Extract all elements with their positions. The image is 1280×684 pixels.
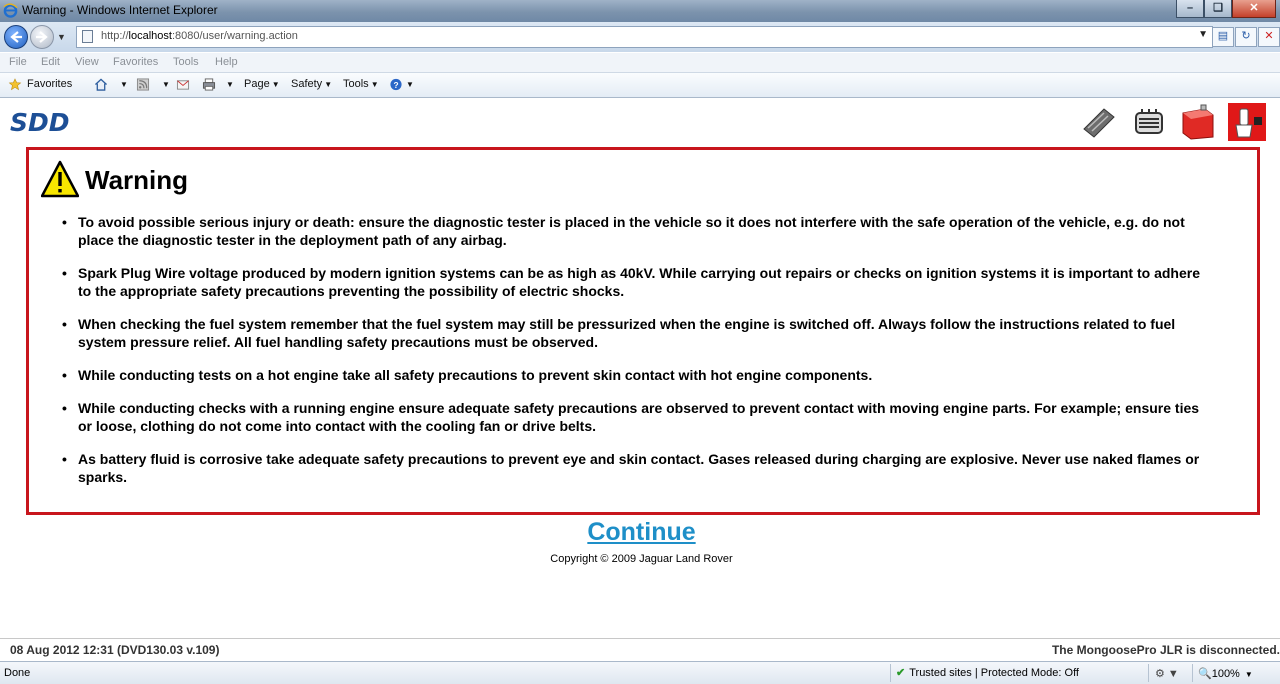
warning-item: When checking the fuel system remember t… xyxy=(62,315,1212,351)
favorites-star-icon xyxy=(8,78,22,91)
mail-icon[interactable] xyxy=(176,78,190,91)
zoom-icon: 🔍 xyxy=(1198,668,1212,680)
address-url[interactable]: http://localhost:8080/user/warning.actio… xyxy=(101,30,298,42)
security-zone[interactable]: ✔ Trusted sites | Protected Mode: Off xyxy=(896,666,1079,679)
menu-edit[interactable]: Edit xyxy=(41,56,60,68)
back-arrow-icon xyxy=(10,31,22,43)
diagnostic-interface-icon[interactable] xyxy=(1228,103,1266,141)
forward-arrow-icon xyxy=(36,31,48,43)
home-dropdown-icon[interactable]: ▼ xyxy=(118,78,128,90)
stop-icon[interactable]: ✕ xyxy=(1258,27,1280,47)
footer-timestamp-version: 08 Aug 2012 12:31 (DVD130.03 v.109) xyxy=(10,643,220,657)
warning-panel: Warning To avoid possible serious injury… xyxy=(26,147,1260,515)
page-icon xyxy=(82,30,93,43)
menu-file[interactable]: File xyxy=(9,56,27,68)
warning-item: While conducting tests on a hot engine t… xyxy=(62,366,1212,384)
status-separator xyxy=(1148,664,1149,682)
recent-pages-dropdown-icon[interactable]: ▼ xyxy=(57,32,66,42)
tools-menu-button[interactable]: Tools ▼ xyxy=(343,78,379,90)
footer-connection-status: The MongoosePro JLR is disconnected. xyxy=(1051,643,1280,657)
warning-triangle-icon xyxy=(41,160,79,198)
page-footer: 08 Aug 2012 12:31 (DVD130.03 v.109) The … xyxy=(0,638,1280,661)
address-bar[interactable]: http://localhost:8080/user/warning.actio… xyxy=(76,26,1213,48)
close-button[interactable]: ✕ xyxy=(1232,0,1276,18)
status-separator xyxy=(890,664,891,682)
svg-text:?: ? xyxy=(393,80,398,90)
command-bar: Favorites ▼ ▼ ▼ Page ▼ Safety ▼ Tools ▼ ? ▼ xyxy=(0,73,1280,98)
home-icon[interactable] xyxy=(94,78,108,91)
refresh-icon[interactable]: ↻ xyxy=(1235,27,1257,47)
feeds-icon[interactable] xyxy=(136,78,150,91)
navigation-bar: ▼ http://localhost:8080/user/warning.act… xyxy=(0,22,1280,52)
continue-link-text[interactable]: Continue xyxy=(587,518,695,546)
window-title: Warning - Windows Internet Explorer xyxy=(22,3,218,17)
warning-title: Warning xyxy=(85,165,189,195)
window-title-bar: Warning - Windows Internet Explorer – ❏ … xyxy=(0,0,1280,22)
cable-connector-icon[interactable] xyxy=(1080,103,1118,141)
warning-item: Spark Plug Wire voltage produced by mode… xyxy=(62,264,1212,300)
warning-item: As battery fluid is corrosive take adequ… xyxy=(62,450,1212,486)
feeds-dropdown-icon[interactable]: ▼ xyxy=(160,78,170,90)
menu-view[interactable]: View xyxy=(75,56,99,68)
continue-link: Continue xyxy=(0,518,1280,547)
page-menu-button[interactable]: Page ▼ xyxy=(244,78,280,90)
addon-status-icon[interactable]: ⚙ ▼ xyxy=(1155,667,1179,680)
warning-item: To avoid possible serious injury or deat… xyxy=(62,213,1212,249)
window-controls: – ❏ ✕ xyxy=(1176,0,1276,18)
vehicle-module-icon[interactable] xyxy=(1130,103,1168,141)
status-bar: Done ✔ Trusted sites | Protected Mode: Of… xyxy=(0,661,1280,684)
menu-tools[interactable]: Tools xyxy=(173,56,199,68)
address-dropdown-icon[interactable]: ▼ xyxy=(1198,29,1208,40)
menu-help[interactable]: Help xyxy=(215,56,238,68)
restore-button[interactable]: ❏ xyxy=(1204,0,1232,18)
status-text: Done xyxy=(4,667,31,679)
zoom-level[interactable]: 🔍100% ▼ xyxy=(1198,667,1253,680)
forward-button[interactable] xyxy=(30,25,54,49)
menu-favorites[interactable]: Favorites xyxy=(113,56,158,68)
ie-logo-icon xyxy=(3,3,18,18)
page-content: SDD Warning • To avoid possible serious … xyxy=(0,98,1280,638)
print-icon[interactable] xyxy=(202,78,216,91)
warning-item: While conducting checks with a running e… xyxy=(62,399,1212,435)
help-icon[interactable]: ? xyxy=(389,78,403,91)
status-separator xyxy=(1192,664,1193,682)
safety-menu-button[interactable]: Safety ▼ xyxy=(291,78,332,90)
trusted-check-icon: ✔ xyxy=(896,667,906,679)
warning-list: To avoid possible serious injury or deat… xyxy=(62,213,1212,501)
sdd-logo: SDD xyxy=(10,108,70,137)
help-dropdown-icon[interactable]: ▼ xyxy=(404,78,414,90)
minimize-button[interactable]: – xyxy=(1176,0,1204,18)
print-dropdown-icon[interactable]: ▼ xyxy=(224,78,234,90)
toolbar-icons xyxy=(1080,103,1270,141)
favorites-button[interactable]: Favorites xyxy=(27,78,72,90)
battery-icon[interactable] xyxy=(1179,103,1217,141)
compatibility-view-icon[interactable]: ▤ xyxy=(1212,27,1234,47)
back-button[interactable] xyxy=(4,25,28,49)
menu-bar: File Edit View Favorites Tools Help xyxy=(0,53,1280,73)
copyright-text: Copyright © 2009 Jaguar Land Rover xyxy=(550,553,733,565)
